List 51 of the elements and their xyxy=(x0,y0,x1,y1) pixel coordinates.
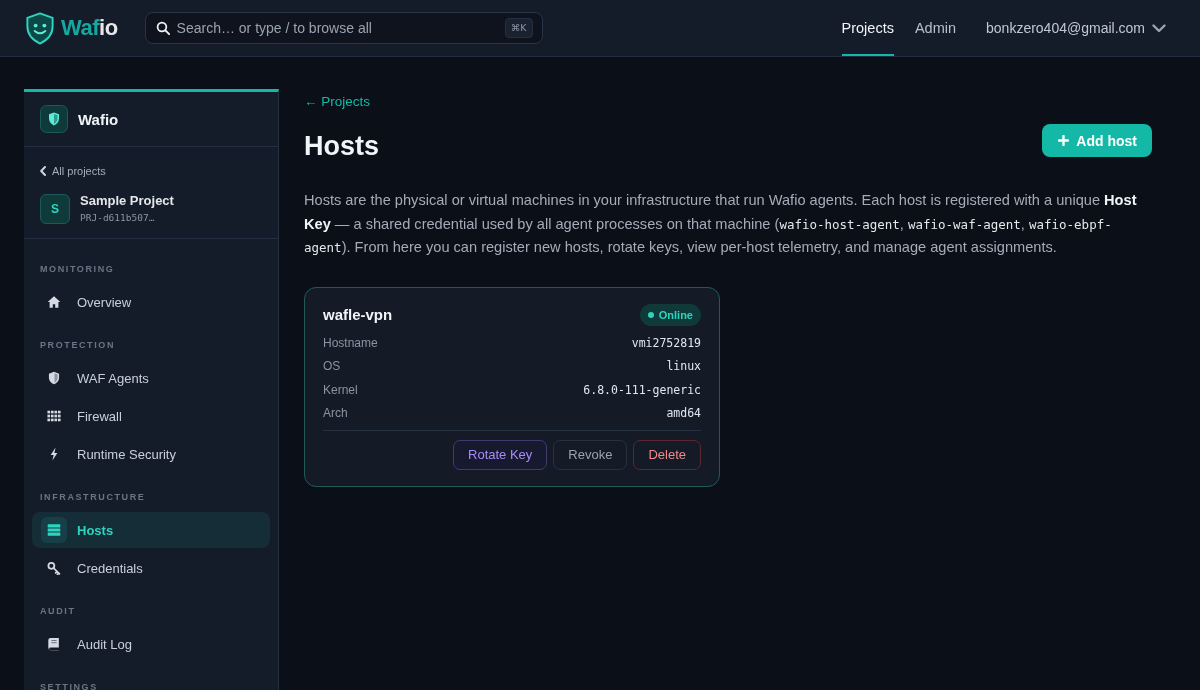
field-label: Kernel xyxy=(323,382,358,397)
host-name: wafle-vpn xyxy=(323,306,393,323)
home-icon xyxy=(47,295,61,309)
field-value: 6.8.0-111-generic xyxy=(583,382,701,397)
section-heading: MONITORING xyxy=(39,263,115,275)
project-avatar: S xyxy=(40,193,70,224)
status-dot-icon xyxy=(647,311,654,318)
book-icon xyxy=(47,637,61,651)
section-heading: INFRASTRUCTURE xyxy=(39,491,146,503)
chevron-left-icon xyxy=(40,166,46,176)
sidebar-item[interactable]: WAF Agents xyxy=(32,360,270,396)
field-value: vmi2752819 xyxy=(631,336,701,351)
delete-button[interactable]: Delete xyxy=(633,439,701,470)
user-email[interactable]: bonkzero404@gmail.com xyxy=(986,20,1145,36)
sidebar-item[interactable]: Credentials xyxy=(32,550,270,586)
brand-wordmark: Wafio xyxy=(61,15,118,41)
all-projects-link[interactable]: All projects xyxy=(40,164,106,178)
search-icon xyxy=(155,21,170,35)
page-description: Hosts are the physical or virtual machines in your infrastructure that run Wafio agents. Each host is registered with a unique Host Key — a shared credential used by all agent processes on that machine (wafio-host-agent, wafio-waf-agent, wafio-ebpf-agent). From here you can register new hosts, rotate keys, view per-host telemetry, and manage agent assignments. xyxy=(304,191,1138,257)
sidebar-item[interactable]: Audit Log xyxy=(32,626,270,662)
nav-tab[interactable]: Projects xyxy=(841,0,894,56)
shield-icon xyxy=(47,371,61,385)
section-heading: SETTINGS xyxy=(39,681,98,690)
project-id: PRJ-d611b507… xyxy=(80,211,155,224)
sidebar-item[interactable]: Overview xyxy=(32,284,270,320)
sidebar-item[interactable]: Hosts xyxy=(32,512,270,548)
key-icon xyxy=(47,561,61,575)
shield-smiley-logo-icon xyxy=(24,11,56,45)
plus-icon xyxy=(1058,135,1070,146)
field-label: Arch xyxy=(323,406,348,421)
section-heading: AUDIT xyxy=(39,605,76,617)
shield-logo-icon xyxy=(40,105,68,133)
back-to-projects-link[interactable]: ← Projects xyxy=(304,94,371,110)
project-name: Sample Project xyxy=(80,193,174,209)
sidebar-item[interactable]: Runtime Security xyxy=(32,436,270,472)
field-label: OS xyxy=(323,359,341,374)
grid-icon xyxy=(47,409,61,423)
section-heading: PROTECTION xyxy=(39,339,115,351)
revoke-button[interactable]: Revoke xyxy=(553,439,628,470)
workspace-name: Wafio xyxy=(78,110,119,128)
field-value: linux xyxy=(666,359,701,374)
server-icon xyxy=(41,517,67,543)
shortcut-key-hint: ⌘K xyxy=(504,18,533,38)
page-title: Hosts xyxy=(304,130,379,162)
status-label: Online xyxy=(658,308,693,321)
sidebar-item[interactable]: Firewall xyxy=(32,398,270,434)
nav-tab[interactable]: Admin xyxy=(914,0,957,56)
rotate-key-button[interactable]: Rotate Key xyxy=(453,439,548,470)
chevron-down-icon[interactable] xyxy=(1152,23,1166,33)
field-label: Hostname xyxy=(323,336,378,351)
field-value: amd64 xyxy=(666,406,701,421)
